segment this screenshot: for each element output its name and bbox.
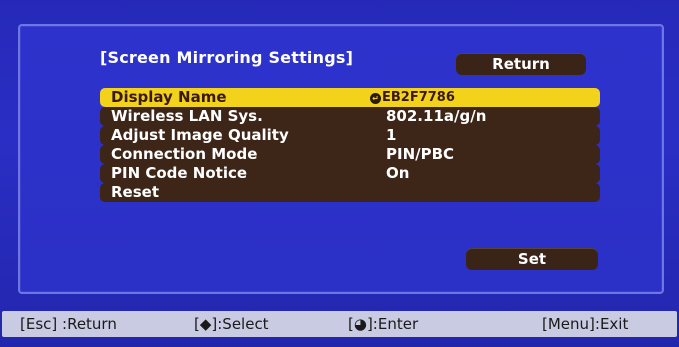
- menu-item-display-name[interactable]: Display Name ↵ EB2F7786: [100, 88, 600, 107]
- menu-item-reset[interactable]: Reset: [100, 183, 600, 202]
- menu-item-value: ↵ EB2F7786: [370, 88, 455, 107]
- menu-item-pin-code-notice[interactable]: PIN Code Notice On: [100, 164, 600, 183]
- key-hint-bar: [Esc] :Return [◆]:Select [◕]:Enter [Menu…: [2, 311, 677, 337]
- menu-item-label: Wireless LAN Sys.: [111, 107, 263, 125]
- screen-mirroring-settings-panel: [Screen Mirroring Settings] Return Displ…: [18, 24, 664, 294]
- menu-item-adjust-image-quality[interactable]: Adjust Image Quality 1: [100, 126, 600, 145]
- esc-hint: [Esc] :Return: [20, 315, 117, 333]
- menu-item-label: Display Name: [111, 88, 227, 106]
- projector-screen: [Screen Mirroring Settings] Return Displ…: [0, 0, 679, 347]
- menu-item-value: 802.11a/g/n: [386, 107, 487, 125]
- enter-icon: ↵: [370, 93, 381, 104]
- select-hint: [◆]:Select: [194, 315, 269, 333]
- menu-item-value: 1: [386, 126, 397, 144]
- menu-item-value: On: [386, 164, 410, 182]
- menu-item-connection-mode[interactable]: Connection Mode PIN/PBC: [100, 145, 600, 164]
- panel-title: [Screen Mirroring Settings]: [100, 48, 354, 67]
- menu-item-label: Connection Mode: [111, 145, 258, 163]
- menu-item-label: PIN Code Notice: [111, 164, 248, 182]
- settings-menu: Display Name ↵ EB2F7786 Wireless LAN Sys.…: [100, 88, 600, 202]
- menu-hint: [Menu]:Exit: [542, 315, 629, 333]
- display-name-value: EB2F7786: [382, 90, 455, 105]
- menu-item-value: PIN/PBC: [386, 145, 455, 163]
- enter-hint: [◕]:Enter: [348, 315, 419, 333]
- menu-item-label: Adjust Image Quality: [111, 126, 289, 144]
- set-button[interactable]: Set: [466, 248, 598, 270]
- menu-item-label: Reset: [111, 183, 159, 201]
- menu-item-wireless-lan-sys[interactable]: Wireless LAN Sys. 802.11a/g/n: [100, 107, 600, 126]
- return-button[interactable]: Return: [456, 53, 586, 75]
